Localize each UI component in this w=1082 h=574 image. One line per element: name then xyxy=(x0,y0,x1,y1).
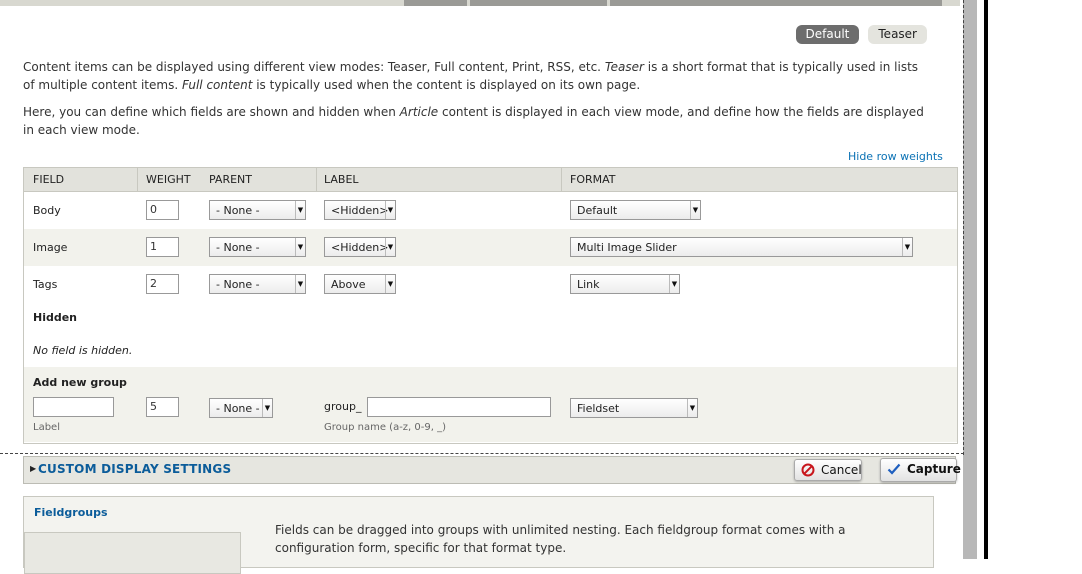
capture-selection-border-vertical xyxy=(963,0,964,455)
group-label-input[interactable] xyxy=(33,397,114,417)
dropdown-arrow-icon: ▼ xyxy=(385,201,395,219)
dropdown-arrow-icon: ▼ xyxy=(295,275,305,293)
top-tab-segment xyxy=(610,0,942,6)
header-format: FORMAT xyxy=(570,173,616,186)
label-select[interactable]: <Hidden> ▼ xyxy=(324,200,396,220)
custom-display-settings-label: CUSTOM DISPLAY SETTINGS xyxy=(38,462,232,476)
collapsed-triangle-icon: ▶ xyxy=(30,464,37,473)
description-paragraph-2: Here, you can define which fields are sh… xyxy=(23,105,924,137)
header-label: LABEL xyxy=(324,173,359,186)
group-weight-input[interactable]: 5 xyxy=(146,397,179,417)
header-field: FIELD xyxy=(33,173,65,186)
label-select[interactable]: Above ▼ xyxy=(324,274,396,294)
view-mode-tabs: Default Teaser xyxy=(795,25,927,44)
checkmark-icon xyxy=(887,463,901,475)
dropdown-arrow-icon: ▼ xyxy=(687,399,697,417)
cancel-button[interactable]: Cancel xyxy=(794,459,862,481)
hidden-region-empty-message: No field is hidden. xyxy=(33,344,133,357)
group-name-caption: Group name (a-z, 0-9, _) xyxy=(324,422,446,433)
dropdown-arrow-icon: ▼ xyxy=(295,238,305,256)
dropdown-arrow-icon: ▼ xyxy=(385,275,395,293)
fieldgroups-sidebar-box xyxy=(24,532,241,574)
fieldgroups-help-text: Fields can be dragged into groups with u… xyxy=(275,523,846,555)
parent-select[interactable]: - None - ▼ xyxy=(209,274,306,294)
dropdown-arrow-icon: ▼ xyxy=(295,201,305,219)
format-select[interactable]: Link ▼ xyxy=(570,274,680,294)
group-label-caption: Label xyxy=(33,422,60,433)
capture-button[interactable]: Capture xyxy=(880,458,961,482)
table-header: FIELD WEIGHT PARENT LABEL FORMAT xyxy=(24,168,957,192)
fieldgroups-section: Fieldgroups Fields can be dragged into g… xyxy=(23,496,934,574)
table-row-body: Body 0 - None - ▼ <Hidden> ▼ Default ▼ xyxy=(24,192,957,229)
table-row-tags: Tags 2 - None - ▼ Above ▼ Link ▼ xyxy=(24,266,957,303)
dropdown-arrow-icon: ▼ xyxy=(902,238,912,256)
add-group-title: Add new group xyxy=(33,376,127,389)
overlay-black-edge xyxy=(984,0,988,559)
dropdown-arrow-icon: ▼ xyxy=(385,238,395,256)
fields-table: FIELD WEIGHT PARENT LABEL FORMAT Body 0 … xyxy=(23,167,958,444)
group-name-prefix: group_ xyxy=(324,400,362,413)
group-format-select[interactable]: Fieldset ▼ xyxy=(570,398,698,418)
label-select[interactable]: <Hidden> ▼ xyxy=(324,237,396,257)
dropdown-arrow-icon: ▼ xyxy=(669,275,679,293)
top-tab-strip xyxy=(0,0,960,6)
group-name-input[interactable] xyxy=(367,397,551,417)
fieldgroups-title: Fieldgroups xyxy=(34,506,108,519)
top-tab-segment xyxy=(470,0,607,6)
format-select[interactable]: Default ▼ xyxy=(570,200,701,220)
dropdown-arrow-icon: ▼ xyxy=(690,201,700,219)
parent-select[interactable]: - None - ▼ xyxy=(209,200,306,220)
header-weight: WEIGHT xyxy=(146,173,191,186)
view-mode-tab-default[interactable]: Default xyxy=(795,25,860,44)
capture-selection-border-horizontal xyxy=(0,453,964,454)
table-row-image: Image 1 - None - ▼ <Hidden> ▼ Multi Image … xyxy=(24,229,957,266)
header-parent: PARENT xyxy=(209,173,252,186)
field-name: Body xyxy=(33,204,61,217)
cancel-icon xyxy=(801,463,815,477)
add-new-group-row: Add new group Label 5 - None - ▼ group_ G… xyxy=(24,367,957,442)
weight-input[interactable]: 1 xyxy=(146,237,179,257)
parent-select[interactable]: - None - ▼ xyxy=(209,237,306,257)
format-select[interactable]: Multi Image Slider ▼ xyxy=(570,237,913,257)
weight-input[interactable]: 2 xyxy=(146,274,179,294)
field-name: Tags xyxy=(33,278,58,291)
overlay-gray-strip xyxy=(963,0,977,559)
field-name: Image xyxy=(33,241,68,254)
weight-input[interactable]: 0 xyxy=(146,200,179,220)
group-parent-select[interactable]: - None - ▼ xyxy=(209,398,273,418)
view-mode-tab-teaser[interactable]: Teaser xyxy=(868,25,927,44)
hidden-region-title: Hidden xyxy=(33,311,78,324)
hide-row-weights-link[interactable]: Hide row weights xyxy=(848,150,943,163)
top-tab-segment xyxy=(404,0,467,6)
dropdown-arrow-icon: ▼ xyxy=(262,399,272,417)
description-paragraph-1: Content items can be displayed using dif… xyxy=(23,60,919,92)
